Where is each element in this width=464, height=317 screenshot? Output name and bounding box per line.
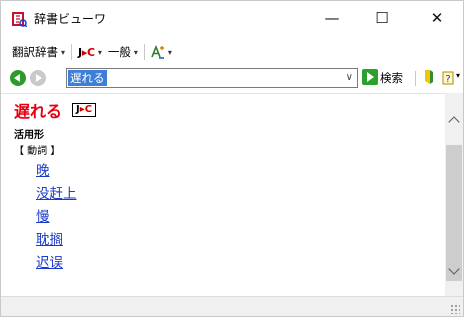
scroll-up-icon[interactable] — [445, 114, 463, 130]
chevron-down-icon[interactable]: ▾ — [456, 71, 460, 80]
vertical-scrollbar[interactable] — [445, 93, 463, 296]
dictionary-viewer-window: 辞書ビューワ — ☐ ✕ 翻訳辞書 ▾ J▸C ▾ 一般 ▾ ▾ 遅れる ∨ 検… — [0, 0, 464, 317]
forward-arrow-icon[interactable] — [30, 70, 46, 86]
translation-link[interactable]: 没赶上 — [36, 184, 77, 207]
back-arrow-icon[interactable] — [10, 70, 26, 86]
chevron-down-icon: ▾ — [97, 47, 102, 57]
translate-icon — [151, 45, 164, 59]
marker-icon[interactable] — [422, 69, 436, 85]
field-menu-label: 一般 — [107, 45, 131, 59]
search-dropdown-icon[interactable]: ∨ — [346, 72, 353, 83]
search-button[interactable]: 検索 — [380, 70, 403, 86]
search-toolbar: 遅れる ∨ 検索 ? ▾ — [1, 67, 463, 91]
chevron-down-icon: ▾ — [167, 47, 172, 57]
part-of-speech-label: 【 動詞 】 — [14, 146, 61, 157]
translation-link[interactable]: 慢 — [36, 207, 77, 230]
translation-list: 晚 没赶上 慢 耽搁 迟误 — [36, 161, 77, 276]
title-bar: 辞書ビューワ — ☐ ✕ — [1, 1, 463, 39]
resize-grip-icon[interactable] — [450, 304, 460, 314]
chevron-down-icon: ▾ — [61, 47, 66, 57]
help-icon[interactable]: ? — [442, 69, 456, 85]
jc-direction-menu[interactable]: J▸C ▾ — [75, 41, 105, 63]
svg-text:?: ? — [445, 74, 450, 85]
translation-link[interactable]: 耽搁 — [36, 230, 77, 253]
search-input[interactable]: 遅れる — [68, 70, 107, 86]
search-combobox[interactable]: 遅れる ∨ — [66, 68, 358, 88]
dictionary-menu-label: 翻訳辞書 — [12, 45, 58, 59]
translation-link[interactable]: 晚 — [36, 161, 77, 184]
translation-link[interactable]: 迟误 — [36, 253, 77, 276]
toolbar-divider — [415, 71, 416, 86]
close-button[interactable]: ✕ — [414, 1, 460, 35]
app-dictionary-icon — [12, 12, 27, 27]
headword-row: 遅れる J▸C — [14, 98, 97, 122]
status-bar — [1, 296, 463, 316]
go-arrow-icon[interactable] — [362, 69, 378, 85]
minimize-button[interactable]: — — [309, 1, 355, 35]
toolbar-divider — [143, 44, 145, 60]
dictionary-badge: J▸C — [72, 103, 97, 117]
maximize-button[interactable]: ☐ — [359, 1, 405, 35]
scrollbar-thumb[interactable] — [446, 145, 462, 281]
scroll-down-icon[interactable] — [445, 263, 463, 279]
jc-direction-label: J▸C — [78, 46, 95, 59]
window-title: 辞書ビューワ — [34, 12, 107, 26]
toolbar-divider — [71, 44, 73, 60]
dictionary-menu[interactable]: 翻訳辞書 ▾ — [9, 41, 68, 63]
translate-menu[interactable]: ▾ — [148, 41, 175, 63]
badge-c-text: C — [84, 104, 93, 115]
headword: 遅れる — [14, 102, 63, 121]
jc-c-text: C — [87, 45, 95, 59]
field-menu[interactable]: 一般 ▾ — [105, 41, 141, 63]
chevron-down-icon: ▾ — [133, 47, 138, 57]
conjugation-label: 活用形 — [14, 130, 44, 141]
dictionary-toolbar: 翻訳辞書 ▾ J▸C ▾ 一般 ▾ ▾ — [1, 39, 463, 65]
entry-content: 遅れる J▸C 活用形 【 動詞 】 晚 没赶上 慢 耽搁 迟误 — [1, 93, 445, 296]
